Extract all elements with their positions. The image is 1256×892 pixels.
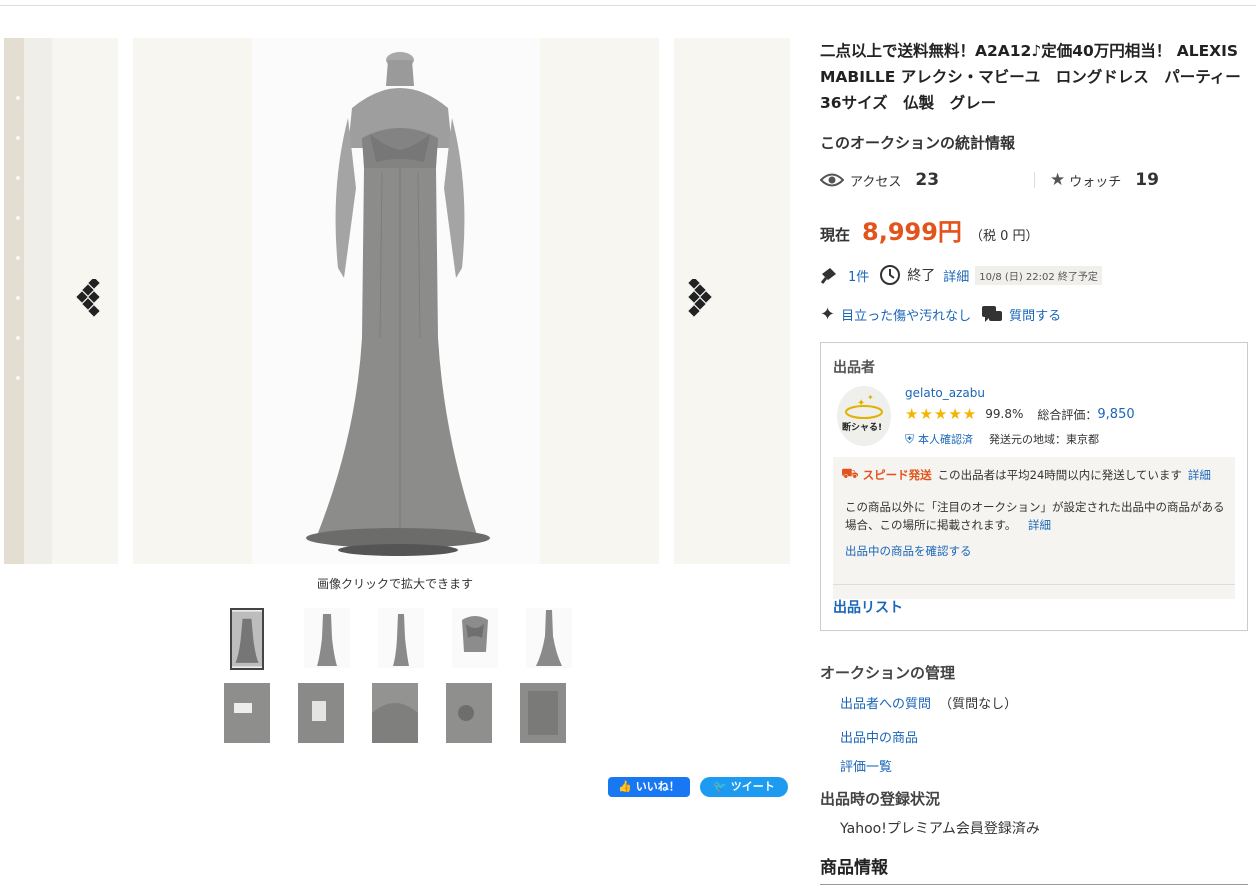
item-detail-panel: 二点以上で送料無料！A2A12♪定価40万円相当！ ALEXIS MABILLE…: [820, 38, 1256, 885]
watch-stat: ★ ウォッチ 19: [1050, 170, 1159, 190]
total-rating-link[interactable]: 9,850: [1097, 407, 1134, 422]
thumbs-up-icon: 👍: [618, 780, 632, 793]
stats-heading: このオークションの統計情報: [820, 134, 1016, 152]
rating-stars-icon: ★★★★★: [905, 405, 978, 423]
product-info-divider: [820, 884, 1248, 885]
management-heading: オークションの管理: [820, 664, 956, 682]
total-rating-label: 総合評価：: [1037, 407, 1098, 422]
thumbnail-1[interactable]: [230, 608, 264, 670]
item-title: 二点以上で送料無料！A2A12♪定価40万円相当！ ALEXIS MABILLE…: [820, 42, 1256, 112]
seller-rating: ★★★★★ 99.8% 総合評価： 9,850: [905, 405, 1135, 423]
top-divider: [0, 5, 1256, 6]
chat-icon: [982, 305, 1003, 322]
prev-slide-image[interactable]: [4, 38, 52, 564]
star-icon: ★: [1050, 170, 1066, 190]
speed-shipping-line: ⛟ スピード発送 この出品者は平均24時間以内に発送しています 詳細: [841, 466, 1211, 484]
seller-box: 出品者 ✦ ✦ 断シャる! gelato_azabu ★★★★★ 99.8% 総…: [820, 342, 1248, 631]
bid-count-link[interactable]: 1件: [848, 266, 869, 285]
price-row: 現在 8,999円 （税 0 円）: [820, 212, 1038, 247]
reviews-link[interactable]: 評価一覧: [840, 756, 892, 775]
svg-text:✦: ✦: [867, 393, 874, 402]
ask-question-button[interactable]: 質問する: [1009, 305, 1061, 324]
listing-link[interactable]: 出品リスト: [833, 597, 903, 617]
seller-name-link[interactable]: gelato_azabu: [905, 386, 985, 400]
next-arrow-button[interactable]: [684, 279, 718, 323]
truck-icon: ⛟: [841, 466, 859, 482]
thumbnail-9[interactable]: [446, 683, 492, 743]
listing-divider: [833, 584, 1235, 585]
access-stat: アクセス 23: [820, 170, 939, 190]
verified-link[interactable]: 本人確認済: [918, 431, 973, 447]
avatar-text: 断シャる!: [842, 421, 882, 433]
tweet-button[interactable]: 🐦 ツイート: [700, 777, 788, 797]
seller-heading: 出品者: [833, 360, 875, 376]
prev-arrow-icon: [76, 279, 100, 317]
rating-percent: 99.8%: [985, 407, 1024, 421]
stats-divider: [1034, 172, 1035, 188]
watch-count: 19: [1135, 170, 1159, 190]
condition-link[interactable]: 目立った傷や汚れなし: [841, 305, 971, 324]
condition-row: ✦ 目立った傷や汚れなし 質問する: [820, 304, 1061, 325]
featured-detail-link[interactable]: 詳細: [1028, 518, 1051, 532]
shield-check-icon: ⛨: [905, 431, 915, 446]
thumbnail-6[interactable]: [224, 683, 270, 743]
featured-note: この商品以外に「注目のオークション」が設定された出品中の商品がある場合、この場所…: [845, 500, 1225, 532]
image-carousel[interactable]: [0, 38, 790, 564]
registration-heading: 出品時の登録状況: [820, 790, 941, 808]
speed-detail-link[interactable]: 詳細: [1188, 467, 1211, 483]
zoom-caption: 画像クリックで拡大できます: [316, 577, 473, 591]
thumbnail-2[interactable]: [304, 608, 350, 668]
seller-listings-link[interactable]: 出品中の商品: [840, 727, 918, 746]
access-count: 23: [915, 170, 940, 190]
clock-icon: [880, 265, 901, 285]
thumbnail-3[interactable]: [378, 608, 424, 668]
main-slide-left-bg: [133, 38, 252, 564]
question-note: （質問なし）: [939, 697, 1018, 712]
thumbnail-5[interactable]: [526, 608, 572, 668]
end-detail-link[interactable]: 詳細: [943, 266, 969, 285]
price-label: 現在: [820, 226, 851, 244]
prev-arrow-button[interactable]: [74, 279, 108, 323]
seller-avatar[interactable]: ✦ ✦ 断シャる!: [837, 386, 891, 446]
thumbnail-7[interactable]: [298, 683, 344, 743]
stats-row: アクセス 23 ★ ウォッチ 19: [820, 170, 1248, 192]
bid-row: 1件 終了 詳細 10/8 (日) 22:02 終了予定: [820, 264, 1102, 286]
eye-icon: [820, 173, 844, 187]
registration-value: Yahoo!プレミアム会員登録済み: [840, 821, 1040, 837]
speed-shipping-box: ⛟ スピード発送 この出品者は平均24時間以内に発送しています 詳細 この商品以…: [833, 457, 1235, 599]
tax-note: （税 0 円）: [969, 229, 1039, 244]
sparkle-icon: ✦: [820, 304, 836, 325]
verification-row: ⛨ 本人確認済 発送元の地域：東京都: [905, 431, 1099, 447]
next-arrow-icon: [688, 279, 712, 317]
thumbnail-8[interactable]: [372, 683, 418, 743]
check-listings-link[interactable]: 出品中の商品を確認する: [845, 543, 972, 559]
question-row: 出品者への質問 （質問なし）: [840, 693, 1017, 712]
speed-tag: スピード発送: [862, 468, 932, 482]
ship-from: 発送元の地域：東京都: [989, 433, 1100, 446]
end-label: 終了: [907, 268, 936, 284]
end-time-badge: 10/8 (日) 22:02 終了予定: [975, 265, 1102, 285]
svg-text:✦: ✦: [857, 398, 865, 409]
seller-question-link[interactable]: 出品者への質問: [840, 697, 931, 712]
main-image[interactable]: [252, 38, 540, 564]
speed-text: この出品者は平均24時間以内に発送しています: [937, 468, 1182, 482]
product-info-heading: 商品情報: [820, 858, 888, 878]
thumbnail-10[interactable]: [520, 683, 566, 743]
main-slide-right-bg: [540, 38, 659, 564]
bird-icon: 🐦: [713, 780, 727, 793]
current-price: 8,999円: [862, 218, 962, 246]
thumbnail-4[interactable]: [452, 608, 498, 668]
like-button[interactable]: 👍 いいね！: [608, 777, 690, 797]
gavel-icon: [820, 268, 836, 284]
